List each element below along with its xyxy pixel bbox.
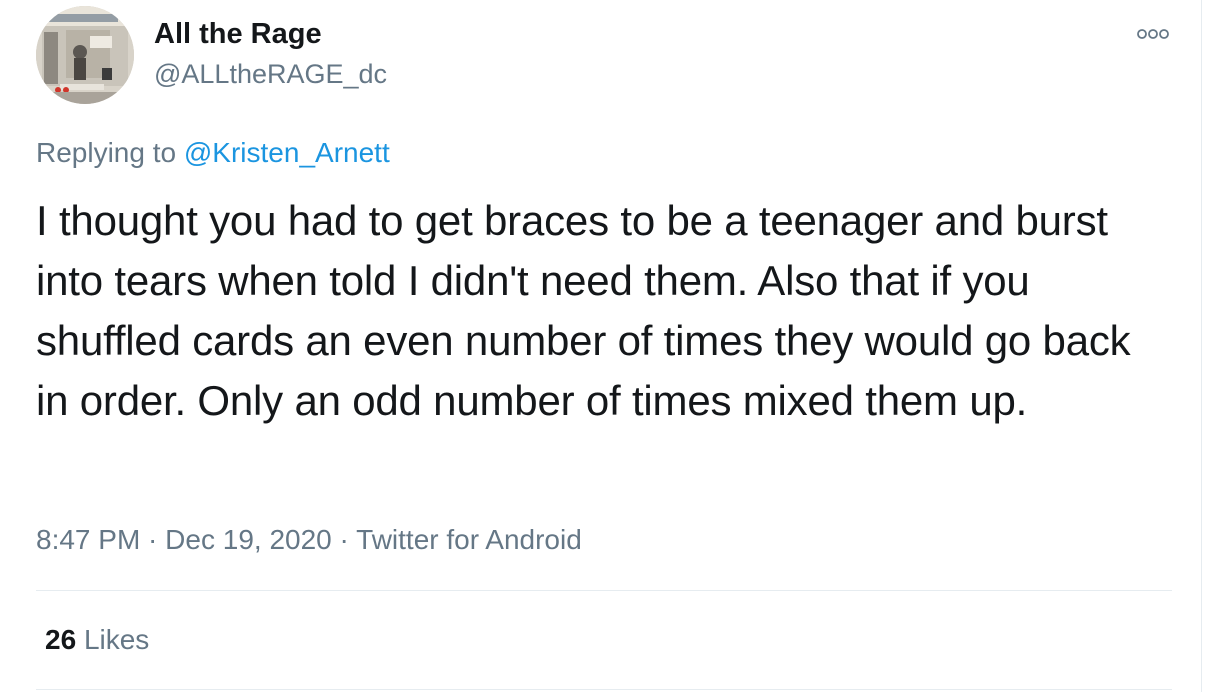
display-name[interactable]: All the Rage: [154, 18, 322, 51]
likes-stat[interactable]: 26 Likes: [45, 624, 149, 656]
truck-photo-avatar-icon: [36, 6, 134, 104]
tweet-metadata: 8:47 PM · Dec 19, 2020 · Twitter for And…: [36, 524, 582, 556]
user-handle[interactable]: @ALLtheRAGE_dc: [154, 59, 387, 90]
tweet-date[interactable]: Dec 19, 2020: [165, 524, 332, 555]
tweet-source-link[interactable]: Twitter for Android: [356, 524, 582, 555]
more-options-icon[interactable]: [1136, 26, 1170, 42]
likes-count: 26: [45, 624, 77, 655]
likes-label: Likes: [83, 624, 150, 655]
meta-separator: ·: [331, 524, 357, 555]
meta-separator: ·: [140, 524, 166, 555]
avatar[interactable]: [36, 6, 134, 104]
tweet-text: I thought you had to get braces to be a …: [36, 197, 1142, 424]
divider: [36, 689, 1172, 690]
tweet-time[interactable]: 8:47 PM: [36, 524, 140, 555]
reply-mention-link[interactable]: @Kristen_Arnett: [184, 137, 390, 168]
tweet-card: All the Rage @ALLtheRAGE_dc Replying to …: [0, 0, 1202, 692]
divider: [36, 590, 1172, 591]
replying-to-label: Replying to: [36, 137, 184, 168]
replying-to: Replying to @Kristen_Arnett: [36, 137, 390, 169]
